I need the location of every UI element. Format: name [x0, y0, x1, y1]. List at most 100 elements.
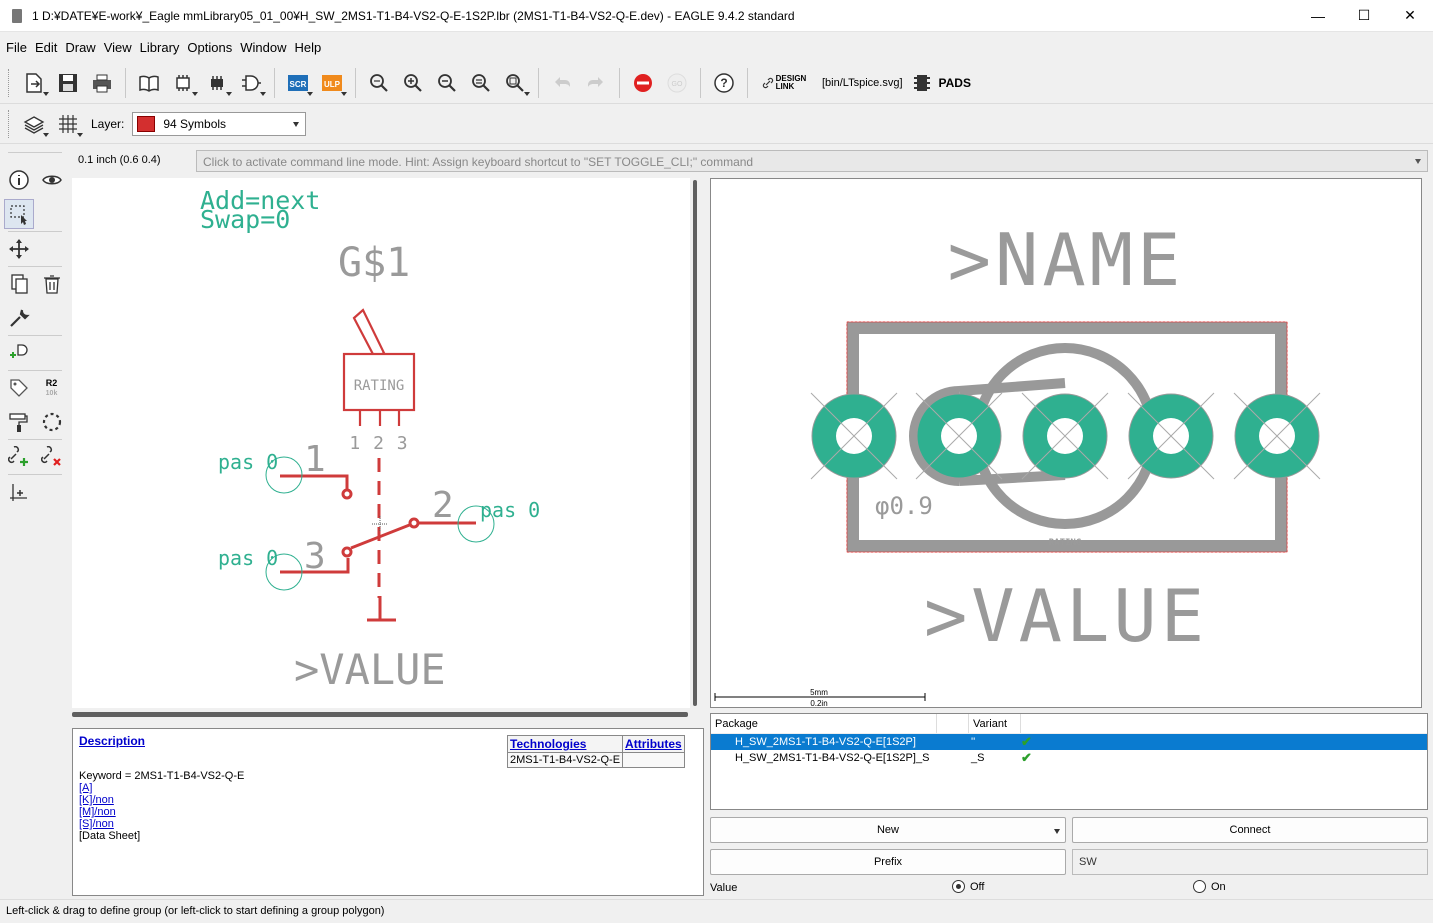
scale-bar: 5mm 0.2in — [714, 688, 926, 707]
menu-help[interactable]: Help — [290, 40, 325, 55]
menu-edit[interactable]: Edit — [31, 40, 61, 55]
value-setting: Value Off On — [710, 880, 1430, 896]
new-button[interactable]: New — [710, 817, 1066, 843]
open-file-button[interactable] — [19, 68, 49, 98]
connect-button-tool[interactable] — [4, 442, 33, 472]
stop-button[interactable] — [628, 68, 658, 98]
symbol-vertical-scrollbar[interactable] — [692, 178, 698, 708]
print-button[interactable] — [87, 68, 117, 98]
menu-file[interactable]: File — [2, 40, 31, 55]
copy-button[interactable] — [4, 269, 33, 299]
pads-button[interactable]: PADS — [913, 68, 983, 98]
variant-row[interactable]: H_SW_2MS1-T1-B4-VS2-Q-E[1S2P]_S _S ✔ — [711, 750, 1427, 766]
chip-button[interactable] — [202, 68, 232, 98]
smash-button[interactable] — [4, 407, 33, 437]
delete-button[interactable] — [37, 269, 66, 299]
variant-list[interactable]: Package Variant H_SW_2MS1-T1-B4-VS2-Q-E[… — [710, 713, 1428, 810]
layer-select[interactable]: 94 Symbols — [132, 111, 307, 136]
ulp-path-button[interactable]: [bin/LTspice.svg] — [822, 77, 903, 89]
group-select-icon — [10, 205, 27, 225]
tool-palette: R2 10k — [0, 146, 70, 896]
chevron-down-icon — [1415, 159, 1421, 164]
disconnect-button-tool[interactable] — [37, 442, 66, 472]
redo-button[interactable] — [581, 68, 611, 98]
connect-button[interactable]: Connect — [1072, 817, 1428, 843]
undo-icon — [555, 76, 570, 87]
value-button[interactable]: R2 10k — [37, 373, 66, 403]
value-on-label: On — [1211, 880, 1226, 893]
symbol-horizontal-scrollbar[interactable] — [72, 710, 690, 718]
switch-body — [342, 308, 416, 426]
symbol-name-text: G$1 — [338, 240, 410, 286]
move-button[interactable] — [4, 234, 34, 264]
eye-icon — [41, 175, 62, 185]
zoom-out-button[interactable] — [432, 68, 462, 98]
check-icon: ✔ — [1021, 734, 1032, 749]
zoom-select-button[interactable] — [500, 68, 530, 98]
grid-button[interactable] — [53, 109, 83, 139]
zoom-in-button[interactable] — [398, 68, 428, 98]
prefix-button[interactable]: Prefix — [710, 849, 1066, 875]
add-symbol-button[interactable] — [4, 338, 34, 368]
origin-axis-icon — [10, 484, 27, 501]
zoom-select-icon — [506, 73, 524, 92]
link-add-icon — [7, 446, 28, 466]
miter-button[interactable] — [37, 407, 66, 437]
variant-row[interactable]: H_SW_2MS1-T1-B4-VS2-Q-E[1S2P] '' ✔ — [711, 734, 1427, 750]
save-button[interactable] — [53, 68, 83, 98]
info-button[interactable] — [4, 165, 33, 195]
menu-options[interactable]: Options — [183, 40, 236, 55]
layer-toolbar: Layer: 94 Symbols — [0, 104, 1433, 144]
command-line[interactable]: Click to activate command line mode. Hin… — [196, 150, 1428, 172]
layers-button[interactable] — [19, 109, 49, 139]
value-off-label: Off — [970, 880, 985, 893]
link-s[interactable]: [S]/non — [79, 818, 697, 830]
dimension-button[interactable] — [4, 477, 34, 507]
zoom-redraw-button[interactable] — [466, 68, 496, 98]
script-button[interactable]: SCR — [283, 68, 313, 98]
pin2-number: 2 — [432, 485, 454, 526]
show-button[interactable] — [37, 165, 66, 195]
prefix-field[interactable]: SW — [1072, 849, 1428, 875]
value-label: Value — [710, 882, 738, 894]
pin3-number: 3 — [304, 536, 326, 577]
menu-view[interactable]: View — [100, 40, 136, 55]
library-button[interactable] — [134, 68, 164, 98]
maximize-button[interactable]: ☐ — [1341, 0, 1387, 32]
technologies-header[interactable]: Technologies — [506, 735, 624, 753]
technology-cell: 2MS1-T1-B4-VS2-Q-E — [506, 752, 624, 768]
toolbar-grip — [8, 109, 11, 138]
script-label: SCR — [290, 80, 307, 89]
name-button[interactable] — [4, 373, 33, 403]
value-on-radio[interactable]: On — [1193, 880, 1226, 893]
zoom-in-icon — [404, 73, 422, 92]
stop-icon — [634, 73, 652, 92]
package-button[interactable] — [168, 68, 198, 98]
menu-window[interactable]: Window — [236, 40, 290, 55]
ulp-button[interactable]: ULP — [317, 68, 347, 98]
attributes-header[interactable]: Attributes — [622, 735, 685, 753]
link-k[interactable]: [K]/non — [79, 794, 697, 806]
minimize-button[interactable]: — — [1295, 0, 1341, 32]
variant-column-header[interactable]: Variant — [969, 714, 1021, 733]
close-button[interactable]: ✕ — [1387, 0, 1433, 32]
menu-library[interactable]: Library — [136, 40, 184, 55]
design-link-button[interactable]: DESIGN LINK — [756, 68, 812, 98]
undo-button[interactable] — [547, 68, 577, 98]
go-button[interactable]: GO — [662, 68, 692, 98]
help-button[interactable]: ? — [709, 68, 739, 98]
menu-draw[interactable]: Draw — [61, 40, 99, 55]
package-column-header[interactable]: Package — [711, 714, 937, 733]
zoom-fit-button[interactable] — [364, 68, 394, 98]
change-button[interactable] — [4, 303, 34, 333]
link-m[interactable]: [M]/non — [79, 806, 697, 818]
package-preview[interactable]: >NAME φ0.9 RATING >VALUE 5mm 0.2in — [710, 178, 1422, 708]
rating-text: RATING — [354, 378, 405, 394]
group-button[interactable] — [4, 199, 34, 229]
symbol-editor-canvas[interactable]: Add=next Swap=0 G$1 RATING 1 2 3 pas 0 1… — [72, 178, 690, 708]
variant-name: '' — [971, 736, 976, 748]
value-off-radio[interactable]: Off — [952, 880, 984, 893]
link-a[interactable]: [A] — [79, 782, 697, 794]
title-bar: 1 D:¥DATE¥E-work¥_Eagle mmLibrary05_01_0… — [0, 0, 1433, 32]
symbol-button[interactable] — [236, 68, 266, 98]
